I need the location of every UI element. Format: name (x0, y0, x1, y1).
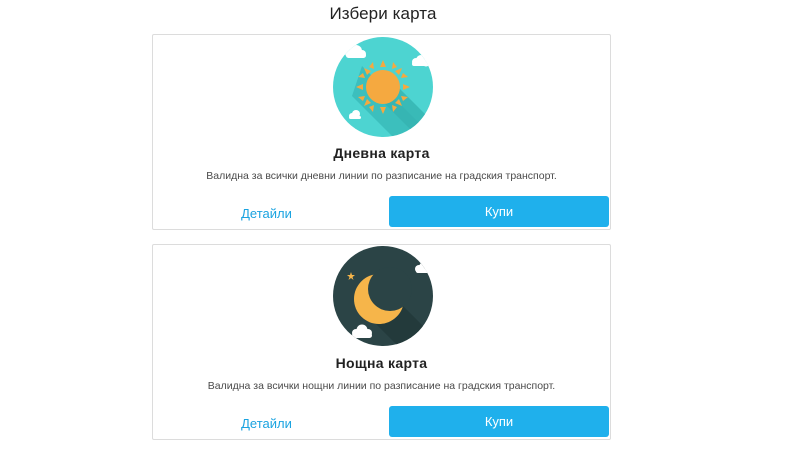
card-description: Валидна за всички нощни линии по разписа… (207, 380, 556, 392)
buy-button[interactable]: Купи (389, 196, 609, 227)
moon-icon (333, 246, 433, 346)
details-link[interactable]: Детайли (215, 408, 318, 440)
sun-icon (333, 37, 433, 137)
details-link[interactable]: Детайли (215, 198, 318, 230)
page-title: Избери карта (329, 4, 437, 23)
ticket-selection-page: Избери карта Дневна карта Валидна за вси… (0, 0, 800, 450)
card-description: Валидна за всички дневни линии по разпис… (206, 170, 557, 182)
night-card: Нощна карта Валидна за всички нощни лини… (152, 244, 611, 440)
buy-button[interactable]: Купи (389, 406, 609, 437)
day-card: Дневна карта Валидна за всички дневни ли… (152, 34, 611, 230)
card-title: Нощна карта (335, 355, 428, 371)
card-title: Дневна карта (333, 145, 430, 161)
